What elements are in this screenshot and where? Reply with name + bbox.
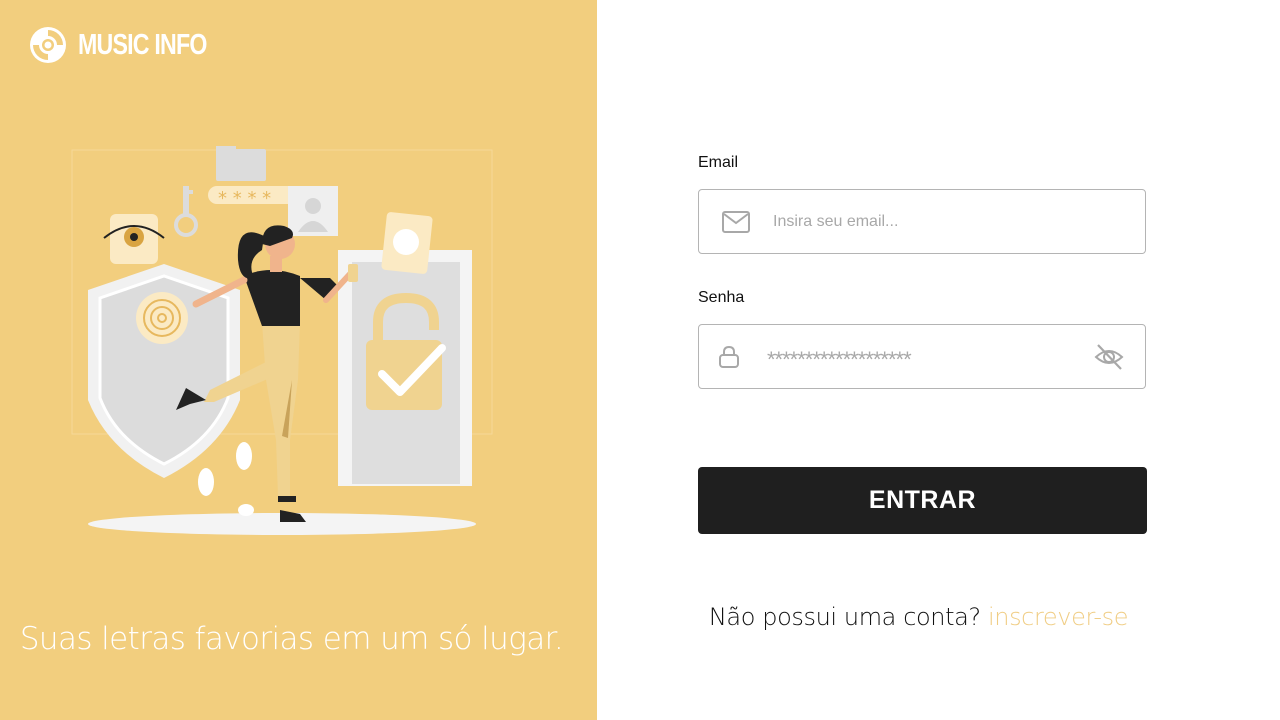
- tagline: Suas letras favorias em um só lugar.: [19, 621, 564, 657]
- brand-logo[interactable]: MUSIC INFO: [29, 26, 239, 64]
- left-panel: MUSIC INFO * * * * Suas letras favorias …: [0, 0, 597, 720]
- signup-prompt: Não possui uma conta? inscrever-se: [597, 603, 1240, 631]
- login-panel: Email Senha ******************* ENTRAR N…: [597, 0, 1280, 720]
- brand-name: MUSIC INFO: [78, 28, 207, 61]
- submit-button[interactable]: ENTRAR: [698, 467, 1147, 534]
- security-illustration: * * * *: [71, 146, 493, 535]
- password-label: Senha: [698, 289, 745, 306]
- envelope-icon: [722, 210, 750, 233]
- email-input[interactable]: [771, 211, 1115, 232]
- password-input[interactable]: *******************: [767, 341, 1093, 373]
- lock-icon: [719, 345, 739, 368]
- eye-off-icon[interactable]: [1093, 342, 1125, 372]
- password-field[interactable]: *******************: [698, 324, 1146, 389]
- svg-text:* * * *: * * * *: [218, 188, 271, 209]
- vinyl-disc-icon: [30, 27, 66, 63]
- email-field[interactable]: [698, 189, 1146, 254]
- email-label: Email: [698, 154, 739, 171]
- signup-prompt-text: Não possui uma conta?: [708, 603, 981, 631]
- signup-link[interactable]: inscrever-se: [988, 603, 1129, 631]
